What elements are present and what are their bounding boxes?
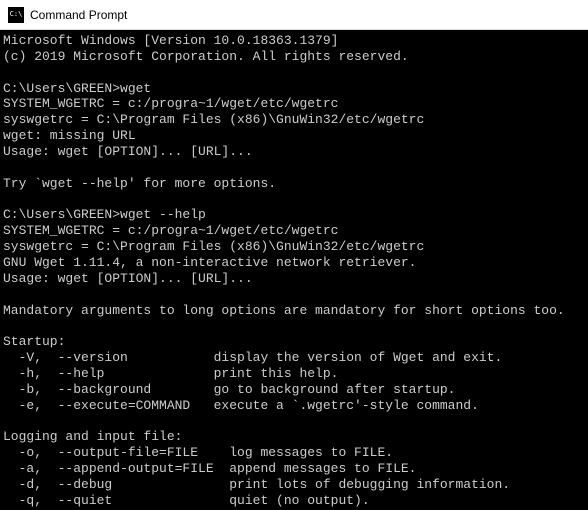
window: Command Prompt Microsoft Windows [Versio…	[0, 0, 588, 510]
window-title: Command Prompt	[30, 8, 127, 22]
cmd-icon	[8, 7, 24, 23]
terminal-area[interactable]: Microsoft Windows [Version 10.0.18363.13…	[0, 30, 588, 510]
titlebar[interactable]: Command Prompt	[0, 0, 588, 30]
